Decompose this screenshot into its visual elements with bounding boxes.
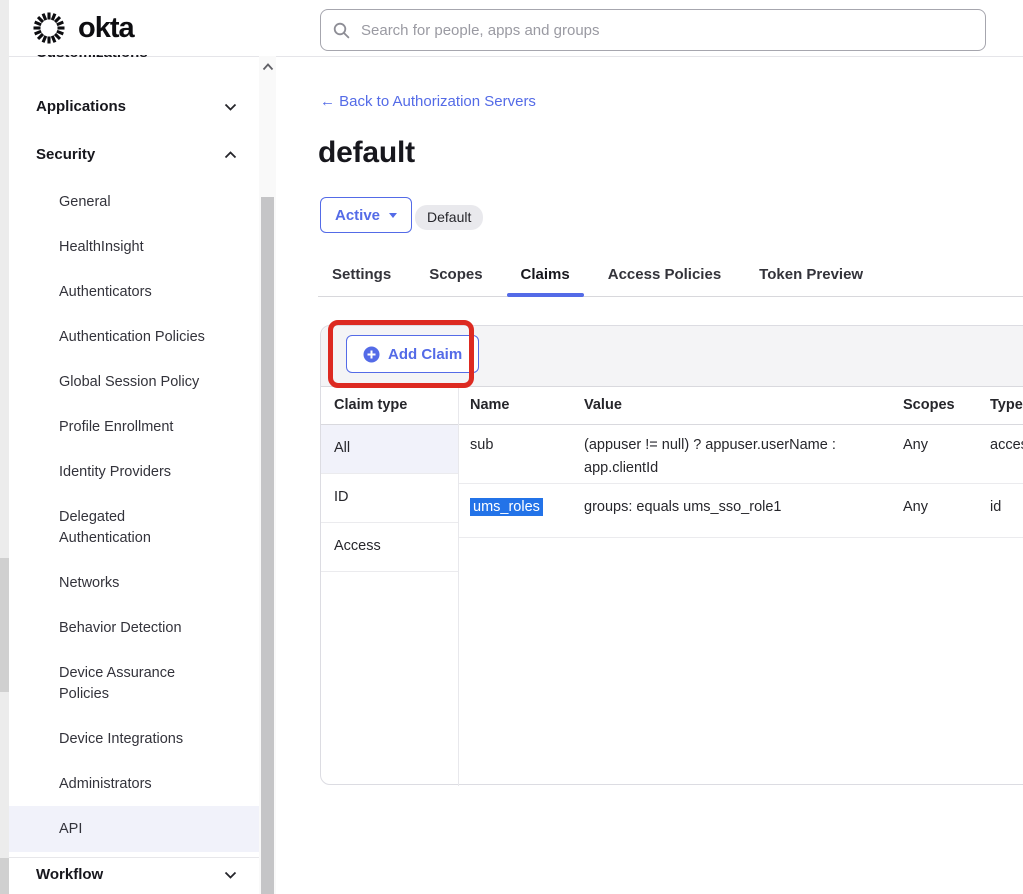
column-header-type: Type	[979, 387, 1023, 424]
tab-bar: Settings Scopes Claims Access Policies T…	[318, 256, 1023, 297]
scroll-up-icon[interactable]	[262, 62, 274, 72]
add-claim-label: Add Claim	[388, 346, 462, 363]
column-header-scopes: Scopes	[892, 387, 979, 424]
caret-down-icon	[389, 213, 397, 218]
tab-token-preview[interactable]: Token Preview	[745, 256, 877, 296]
search-icon	[333, 22, 350, 39]
sidebar-item-customizations[interactable]: Customizations	[36, 55, 206, 63]
okta-logo[interactable]: okta	[30, 9, 134, 47]
sidebar-item-api[interactable]: API	[59, 819, 82, 840]
chevron-down-icon[interactable]	[224, 871, 237, 879]
page-title: default	[318, 136, 415, 170]
global-search[interactable]	[320, 9, 986, 51]
sidebar-item-general[interactable]: General	[59, 192, 111, 213]
claim-row-ums-roles: ums_roles groups: equals ums_sso_role1 A…	[459, 484, 1023, 538]
sidebar-scrollbar-thumb[interactable]	[261, 197, 274, 894]
status-label: Active	[335, 207, 380, 224]
claim-value: (appuser != null) ? appuser.userName : a…	[573, 425, 892, 483]
claims-table-header: Name Value Scopes Type	[459, 387, 1023, 425]
sidebar-item-device-assurance-policies[interactable]: Device Assurance Policies	[59, 663, 189, 705]
claim-type-id[interactable]: ID	[321, 474, 458, 523]
okta-admin-console: okta Customizations Applications Securit…	[0, 0, 1023, 894]
sidebar-item-profile-enrollment[interactable]: Profile Enrollment	[59, 417, 173, 438]
sidebar-item-behavior-detection[interactable]: Behavior Detection	[59, 618, 182, 639]
search-input[interactable]	[359, 21, 973, 40]
claim-scopes: Any	[892, 484, 979, 537]
topbar: okta	[9, 0, 1023, 57]
window-edge-scrollbar-thumb	[0, 858, 9, 894]
column-header-name: Name	[459, 387, 573, 424]
selected-text: ums_roles	[470, 498, 543, 516]
sidebar-item-networks[interactable]: Networks	[59, 573, 119, 594]
tab-claims[interactable]: Claims	[507, 256, 584, 296]
sidebar-item-security[interactable]: Security	[36, 146, 95, 163]
sidebar-item-applications[interactable]: Applications	[36, 98, 126, 115]
plus-circle-icon	[363, 346, 380, 363]
tab-access-policies[interactable]: Access Policies	[594, 256, 735, 296]
default-badge: Default	[415, 205, 483, 230]
claim-name: ums_roles	[459, 484, 573, 537]
window-edge-scrollbar-thumb	[0, 558, 9, 692]
claim-type-access[interactable]: Access	[321, 523, 458, 572]
claim-type-filter: Claim type All ID Access	[321, 387, 459, 786]
tab-scopes[interactable]: Scopes	[415, 256, 496, 296]
sidebar-item-workflow[interactable]: Workflow	[36, 866, 103, 883]
claims-table: Name Value Scopes Type sub (appuser != n…	[459, 387, 1023, 786]
sidebar-item-identity-providers[interactable]: Identity Providers	[59, 462, 171, 483]
claim-value: groups: equals ums_sso_role1	[573, 484, 892, 537]
sidebar-item-delegated-authentication[interactable]: Delegated Authentication	[59, 507, 189, 549]
tab-settings[interactable]: Settings	[318, 256, 405, 296]
claim-type-all[interactable]: All	[321, 425, 458, 474]
sidebar-item-device-integrations[interactable]: Device Integrations	[59, 729, 183, 750]
column-header-value: Value	[573, 387, 892, 424]
claim-name: sub	[459, 425, 573, 483]
status-dropdown-button[interactable]: Active	[320, 197, 412, 233]
sidebar-item-authenticators[interactable]: Authenticators	[59, 282, 152, 303]
sidebar-active-item-highlight	[9, 806, 259, 852]
okta-wordmark: okta	[78, 9, 134, 47]
sidebar-item-healthinsight[interactable]: HealthInsight	[59, 237, 144, 258]
claim-type-header: Claim type	[321, 387, 458, 425]
claim-row-sub: sub (appuser != null) ? appuser.userName…	[459, 425, 1023, 484]
chevron-down-icon[interactable]	[224, 103, 237, 111]
claims-body: Claim type All ID Access Name Value Scop…	[321, 387, 1023, 786]
chevron-up-icon[interactable]	[224, 151, 237, 159]
claim-scopes: Any	[892, 425, 979, 483]
claim-type: access	[979, 425, 1023, 483]
back-link[interactable]: ← Back to Authorization Servers	[320, 93, 536, 110]
add-claim-button[interactable]: Add Claim	[346, 335, 479, 373]
sidebar-item-authentication-policies[interactable]: Authentication Policies	[59, 327, 205, 348]
window-edge-scrollbar	[0, 0, 9, 894]
claims-toolbar: Add Claim	[321, 326, 1023, 387]
claims-panel: Add Claim Claim type All ID Access Name …	[320, 325, 1023, 785]
sidebar-item-global-session-policy[interactable]: Global Session Policy	[59, 372, 199, 393]
sidebar-section-divider	[9, 857, 259, 858]
claim-type: id	[979, 484, 1023, 537]
sidebar-item-administrators[interactable]: Administrators	[59, 774, 152, 795]
okta-sunburst-icon	[30, 9, 68, 47]
